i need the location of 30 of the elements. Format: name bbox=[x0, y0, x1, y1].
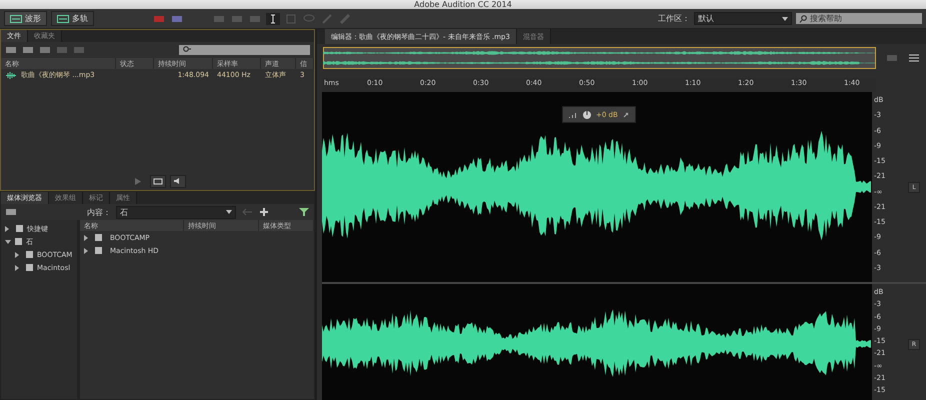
window-title: Adobe Audition CC 2014 bbox=[414, 0, 512, 9]
waveform[interactable] bbox=[322, 92, 872, 282]
content-label: 内容： bbox=[87, 206, 111, 218]
mode-button[interactable]: 波形 bbox=[4, 11, 47, 26]
waveform[interactable] bbox=[322, 284, 872, 400]
workspace-label: 工作区： bbox=[658, 13, 690, 24]
waveform-icon bbox=[57, 14, 69, 22]
content-dropdown[interactable]: 石 bbox=[116, 206, 236, 219]
mode-button[interactable]: 多轨 bbox=[51, 11, 94, 26]
help-search-box[interactable]: 搜索帮助 bbox=[796, 13, 922, 24]
waveform-overview[interactable] bbox=[323, 47, 876, 69]
loop-icon bbox=[152, 178, 162, 185]
search-icon bbox=[182, 46, 192, 54]
pin-icon bbox=[622, 110, 630, 118]
auto-play-button[interactable] bbox=[170, 174, 186, 188]
knob-icon bbox=[582, 110, 592, 120]
add-icon[interactable] bbox=[258, 207, 270, 218]
help-search-field[interactable]: 搜索帮助 bbox=[810, 14, 910, 23]
caret-icon bbox=[226, 210, 232, 214]
play-icon bbox=[134, 178, 141, 185]
filter-field[interactable] bbox=[179, 45, 310, 55]
filter-icon[interactable] bbox=[298, 207, 310, 218]
workspace-dropdown[interactable]: 默认 bbox=[694, 12, 792, 25]
search-icon bbox=[799, 14, 807, 22]
level-icon bbox=[568, 110, 578, 118]
caret-icon bbox=[782, 16, 788, 20]
panel-menu-icon[interactable] bbox=[908, 53, 920, 63]
waveform-icon bbox=[10, 14, 22, 22]
audio-file-icon bbox=[5, 72, 17, 78]
loop-button[interactable] bbox=[150, 174, 166, 188]
